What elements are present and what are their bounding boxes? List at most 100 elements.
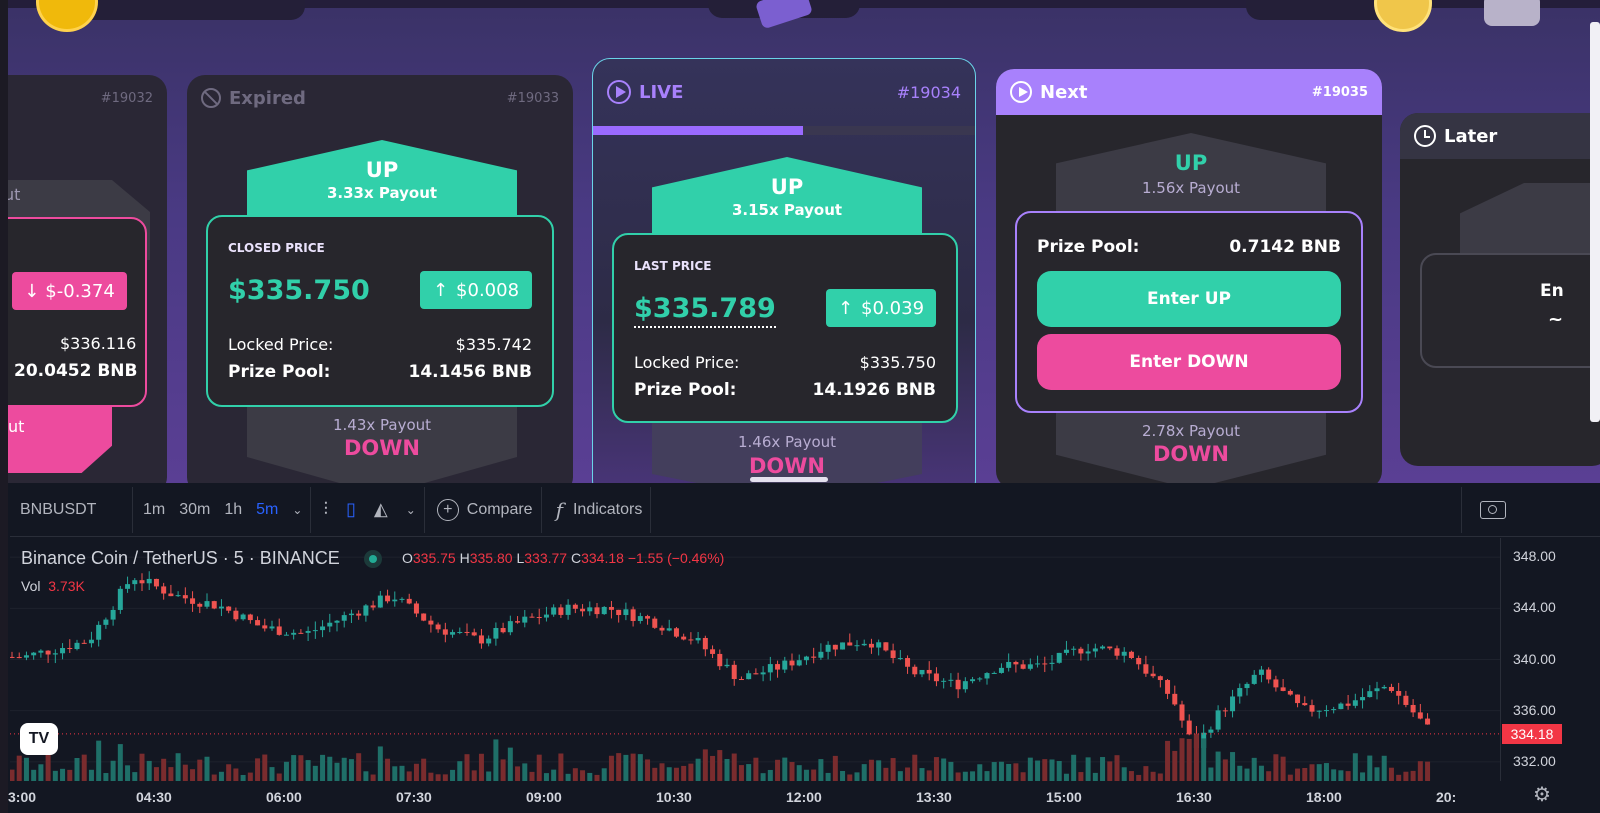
time-axis[interactable]: 3:00 04:30 06:00 07:30 09:00 10:30 12:00 13:30 1… — [8, 781, 1500, 813]
down-banner — [0, 405, 112, 473]
price-scale[interactable]: 348.00 344.00 340.00 336.00 332.00 — [1500, 538, 1600, 781]
down-label: DOWN — [343, 436, 421, 460]
arrow-up-icon: ↑ — [432, 279, 449, 301]
candle-body — [659, 627, 665, 631]
volume-bar — [1295, 768, 1301, 781]
plus-circle-icon: + — [436, 498, 459, 521]
change-chip: ↑ $0.039 — [826, 289, 936, 327]
volume-bar — [356, 753, 362, 781]
volume-bar — [825, 772, 831, 781]
volume-bar — [1323, 763, 1329, 781]
screenshot-button[interactable] — [1472, 483, 1514, 536]
volume-bar — [67, 769, 73, 781]
change-value: $0.039 — [861, 297, 925, 319]
enter-down-button[interactable]: Enter DOWN — [1037, 334, 1341, 390]
entry-box — [1420, 253, 1600, 368]
compare-button[interactable]: + Compare — [425, 483, 541, 536]
arrow-up-icon: ↑ — [837, 297, 854, 319]
volume-bar — [897, 771, 903, 781]
interval-30m[interactable]: 30m — [179, 501, 210, 519]
volume-bar — [226, 764, 232, 781]
candle-body — [457, 631, 463, 633]
volume-bar — [457, 761, 463, 781]
volume-bar — [385, 758, 391, 781]
candle-body — [536, 617, 542, 619]
volume-bar — [666, 767, 672, 781]
volume-bar — [1251, 757, 1257, 781]
candle-body — [529, 616, 535, 618]
candle-body — [977, 678, 983, 680]
bars-style-icon[interactable]: ⫶ — [323, 499, 328, 520]
time-tick: 12:00 — [786, 789, 822, 805]
change-chip: ↓ $-0.374 — [12, 272, 127, 310]
volume-bar — [782, 757, 788, 781]
interval-1h[interactable]: 1h — [224, 501, 242, 519]
volume-bar — [320, 754, 326, 781]
candle-body — [522, 616, 528, 623]
volume-bar — [1338, 770, 1344, 781]
locked-price-value: $335.742 — [455, 335, 532, 354]
candle-body — [81, 642, 87, 644]
prize-pool-value: 14.1456 BNB — [408, 362, 533, 382]
volume-bar — [970, 771, 976, 781]
candle-body — [1027, 664, 1033, 669]
volume-bar — [233, 768, 239, 781]
tradingview-logo-icon[interactable]: TV — [20, 723, 58, 755]
volume-bar — [760, 773, 766, 781]
volume-bar — [637, 754, 643, 781]
result-box: LAST PRICE $335.789 ↑ $0.039 Locked Price… — [612, 233, 958, 423]
volume-bar — [1006, 763, 1012, 781]
candle-body — [868, 643, 874, 648]
indicators-button[interactable]: f Indicators — [542, 483, 651, 536]
symbol-search-button[interactable]: BNBUSDT — [10, 483, 132, 536]
volume-bar — [31, 769, 37, 781]
candle-body — [435, 624, 441, 630]
chevron-down-icon[interactable]: ⌄ — [292, 503, 302, 517]
candle-body — [132, 580, 138, 585]
candle-body — [1128, 651, 1134, 659]
candle-body — [211, 601, 217, 609]
volume-bar — [767, 769, 773, 781]
candle-body — [428, 620, 434, 625]
candle-body — [103, 619, 109, 625]
app-root: #19032 ut ↓ $-0.374 $336.116 20.0452 BNB … — [0, 0, 1600, 813]
low-value: 333.77 — [524, 550, 568, 566]
candle-body — [1374, 688, 1380, 692]
volume-bar — [1345, 771, 1351, 781]
chart-settings-gear-icon[interactable]: ⚙ — [1527, 779, 1557, 809]
close-value: 334.18 — [581, 550, 624, 566]
page-scrollbar[interactable] — [1590, 22, 1600, 422]
candle-body — [1121, 651, 1127, 656]
volume-bar — [1107, 761, 1113, 781]
candle-body — [197, 603, 203, 607]
panel-resize-handle[interactable] — [750, 477, 828, 482]
candle-body — [753, 673, 759, 675]
window-left-edge — [0, 0, 8, 813]
candle-body — [572, 604, 578, 609]
interval-5m[interactable]: 5m — [256, 501, 278, 519]
area-style-icon[interactable]: ◭ — [374, 499, 388, 520]
enter-up-button[interactable]: Enter UP — [1037, 271, 1341, 327]
chevron-down-icon[interactable]: ⌄ — [406, 503, 416, 517]
candle-body — [283, 634, 289, 636]
candles-style-icon[interactable]: ▯ — [346, 499, 356, 520]
volume-bar — [991, 762, 997, 781]
candle-body — [818, 651, 824, 658]
high-value: 335.80 — [469, 550, 513, 566]
volume-bar — [977, 764, 983, 781]
volume-bar — [695, 758, 701, 781]
candle-body — [673, 628, 679, 637]
volume-bar — [60, 768, 66, 781]
candle-body — [775, 664, 781, 670]
candle-body — [125, 584, 131, 589]
candle-body — [88, 639, 94, 644]
candle-body — [1063, 649, 1069, 653]
candle-body — [1417, 712, 1423, 719]
candle-body — [377, 595, 383, 608]
volume-bar — [818, 759, 824, 781]
camera-icon — [1480, 500, 1507, 519]
time-tick: 3:00 — [8, 789, 37, 805]
interval-1m[interactable]: 1m — [143, 501, 165, 519]
candlestick-plot[interactable] — [10, 538, 1500, 813]
settings-button[interactable] — [1484, 0, 1540, 26]
